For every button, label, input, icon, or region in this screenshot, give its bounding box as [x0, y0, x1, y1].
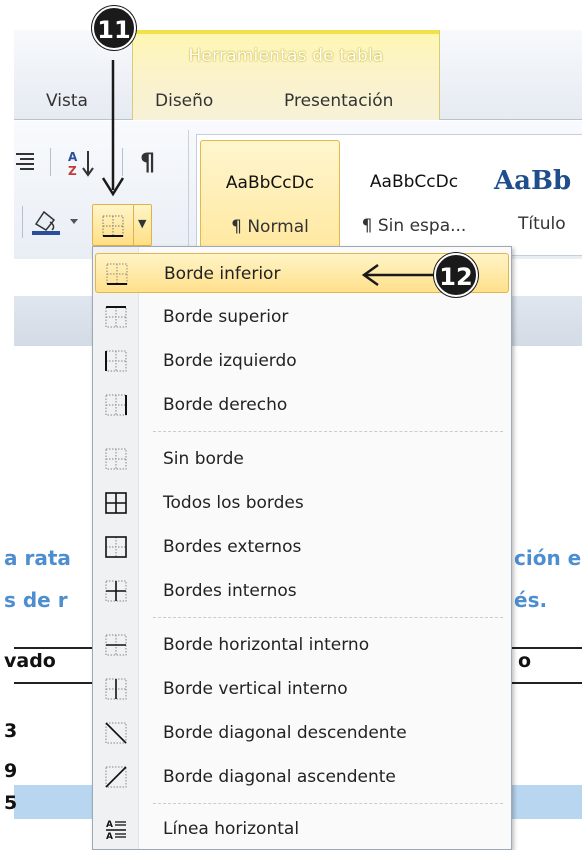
ribbon-separator	[22, 206, 23, 238]
menu-item-label: Borde derecho	[163, 395, 288, 415]
menu-item-label: Sin borde	[163, 449, 244, 469]
menu-item-borde-superior[interactable]: Borde superior	[95, 297, 509, 337]
sort-icon[interactable]: A Z	[66, 148, 100, 183]
menu-item-label: Borde diagonal ascendente	[163, 767, 396, 787]
ribbon-separator	[50, 148, 51, 176]
document-text: ción e	[514, 546, 582, 570]
menu-item-borde-diagonal-ascendente[interactable]: Borde diagonal ascendente	[95, 757, 509, 797]
style-sample: AaBbCcDc	[369, 172, 459, 192]
diagonal-down-border-icon	[105, 722, 127, 744]
all-borders-icon	[105, 492, 127, 514]
step-11-badge: 11	[92, 6, 136, 50]
align-justify-icon[interactable]	[14, 150, 36, 177]
table-tools-title: Herramientas de tabla	[188, 46, 384, 66]
border-bottom-icon	[106, 263, 128, 285]
style-titulo[interactable]: AaBb Título	[488, 140, 582, 250]
horizontal-line-icon: A A	[106, 820, 126, 840]
step-12-badge: 12	[434, 253, 478, 297]
callout-11-arrow	[101, 60, 125, 197]
no-border-icon	[105, 448, 127, 470]
diagonal-up-border-icon	[105, 766, 127, 788]
menu-item-label: Bordes internos	[163, 581, 297, 601]
border-right-icon	[105, 394, 127, 416]
shading-icon[interactable]	[30, 206, 82, 241]
borders-dropdown-arrow-icon[interactable]: ▼	[138, 217, 146, 230]
document-text: s de r	[4, 588, 68, 612]
table-header-rule	[14, 682, 92, 684]
pilcrow-icon[interactable]: ¶	[140, 148, 155, 176]
menu-item-label: Borde izquierdo	[163, 351, 297, 371]
style-sin-espaciado[interactable]: AaBbCcDc ¶ Sin espa...	[344, 140, 484, 250]
split-divider	[133, 205, 134, 245]
ribbon-group-divider	[188, 130, 189, 255]
tab-diseno[interactable]: Diseño	[155, 91, 213, 111]
border-top-icon	[105, 306, 127, 328]
style-label: Título	[518, 214, 566, 234]
menu-separator	[153, 617, 503, 618]
menu-item-borde-horizontal-interno[interactable]: Borde horizontal interno	[95, 625, 509, 665]
menu-item-label: Bordes externos	[163, 537, 302, 557]
borders-button[interactable]: ▼	[92, 204, 152, 246]
border-bottom-icon	[102, 215, 124, 237]
table-header-cell: vado	[4, 650, 56, 672]
menu-separator	[153, 803, 503, 804]
menu-item-label: Todos los bordes	[163, 493, 304, 513]
inside-borders-icon	[105, 580, 127, 602]
svg-text:A: A	[68, 150, 78, 164]
table-cell: 5	[4, 792, 18, 814]
borders-dropdown-menu: Borde inferior Borde superior Borde izqu…	[92, 246, 512, 850]
style-label: ¶ Normal	[231, 217, 309, 237]
menu-item-bordes-externos[interactable]: Bordes externos	[95, 527, 509, 567]
table-cell: 9	[4, 760, 18, 782]
menu-item-label: Borde vertical interno	[163, 679, 348, 699]
menu-separator	[153, 431, 503, 432]
document-text: és.	[514, 588, 548, 612]
menu-item-sin-borde[interactable]: Sin borde	[95, 439, 509, 479]
menu-item-borde-diagonal-descendente[interactable]: Borde diagonal descendente	[95, 713, 509, 753]
menu-item-borde-vertical-interno[interactable]: Borde vertical interno	[95, 669, 509, 709]
style-normal[interactable]: AaBbCcDc ¶ Normal	[200, 140, 340, 250]
outside-borders-icon	[105, 536, 127, 558]
menu-item-label: Borde superior	[163, 307, 289, 327]
inside-vertical-border-icon	[105, 678, 127, 700]
tab-presentacion[interactable]: Presentación	[284, 91, 393, 111]
table-header-cell: o	[518, 650, 532, 672]
style-sample: AaBbCcDc	[225, 173, 315, 193]
table-top-rule	[14, 647, 92, 649]
callout-12-arrow	[361, 263, 438, 287]
menu-item-label: Borde horizontal interno	[163, 635, 370, 655]
table-top-rule	[512, 647, 582, 649]
style-label: ¶ Sin espa...	[361, 216, 467, 236]
menu-item-linea-horizontal[interactable]: A A Línea horizontal	[95, 809, 509, 849]
table-header-rule	[512, 682, 582, 684]
menu-item-borde-derecho[interactable]: Borde derecho	[95, 385, 509, 425]
menu-item-label: Borde diagonal descendente	[163, 723, 407, 743]
menu-item-bordes-internos[interactable]: Bordes internos	[95, 571, 509, 611]
inside-horizontal-border-icon	[105, 634, 127, 656]
menu-item-borde-izquierdo[interactable]: Borde izquierdo	[95, 341, 509, 381]
tab-vista[interactable]: Vista	[46, 91, 88, 111]
table-cell: 3	[4, 720, 18, 742]
style-sample: AaBb	[494, 166, 572, 196]
svg-text:A: A	[106, 820, 113, 830]
svg-text:A: A	[106, 832, 113, 840]
document-text: a rata	[4, 546, 71, 570]
menu-item-label: Línea horizontal	[163, 819, 300, 839]
menu-item-label: Borde inferior	[164, 264, 281, 284]
menu-item-todos-los-bordes[interactable]: Todos los bordes	[95, 483, 509, 523]
svg-text:Z: Z	[68, 164, 77, 178]
border-left-icon	[105, 350, 127, 372]
